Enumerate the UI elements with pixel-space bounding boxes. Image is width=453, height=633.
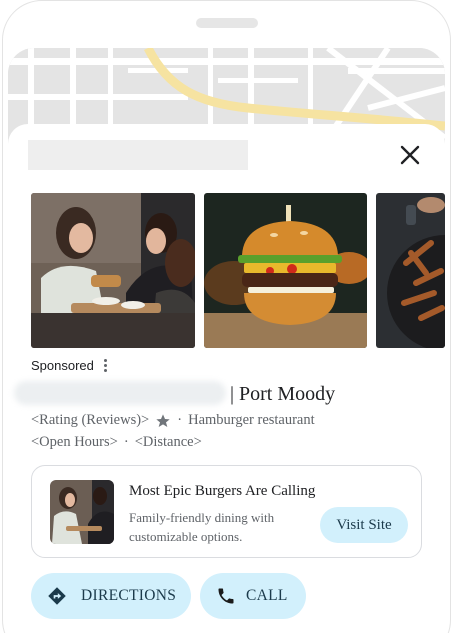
directions-icon (45, 584, 69, 608)
more-vert-icon[interactable] (103, 359, 107, 372)
ad-title: Most Epic Burgers Are Calling (129, 483, 316, 499)
place-name: | Port Moody (230, 383, 336, 405)
title-placeholder (28, 140, 248, 170)
rating-row: <Rating (Reviews)> · Hamburger restauran… (31, 412, 315, 429)
call-label: CALL (246, 587, 288, 604)
rating-placeholder: <Rating (Reviews)> (31, 412, 150, 428)
close-button[interactable] (396, 141, 424, 169)
visit-site-button[interactable]: Visit Site (320, 507, 408, 543)
separator: · (123, 434, 129, 450)
phone-icon (214, 584, 238, 608)
call-button[interactable]: CALL (200, 573, 306, 619)
photo-diners[interactable] (31, 193, 195, 348)
directions-label: DIRECTIONS (81, 587, 177, 604)
directions-button[interactable]: DIRECTIONS (31, 573, 191, 619)
photo-burger[interactable] (204, 193, 367, 348)
photo-fries[interactable] (376, 193, 445, 348)
separator: · (177, 412, 183, 428)
ad-thumbnail (50, 480, 114, 544)
sponsored-label: Sponsored (31, 358, 94, 373)
ad-card[interactable]: Most Epic Burgers Are Calling Family-fri… (31, 465, 422, 558)
hours-row: <Open Hours> · <Distance> (31, 434, 202, 451)
sponsored-label-row: Sponsored (31, 358, 107, 373)
place-name-redacted (14, 381, 226, 405)
star-icon (156, 413, 170, 427)
distance-placeholder: <Distance> (134, 434, 202, 450)
place-category: Hamburger restaurant (188, 412, 315, 428)
hours-placeholder: <Open Hours> (31, 434, 118, 450)
phone-speaker (196, 18, 258, 28)
ad-description: Family-friendly dining with customizable… (129, 510, 275, 544)
close-icon (400, 145, 420, 165)
